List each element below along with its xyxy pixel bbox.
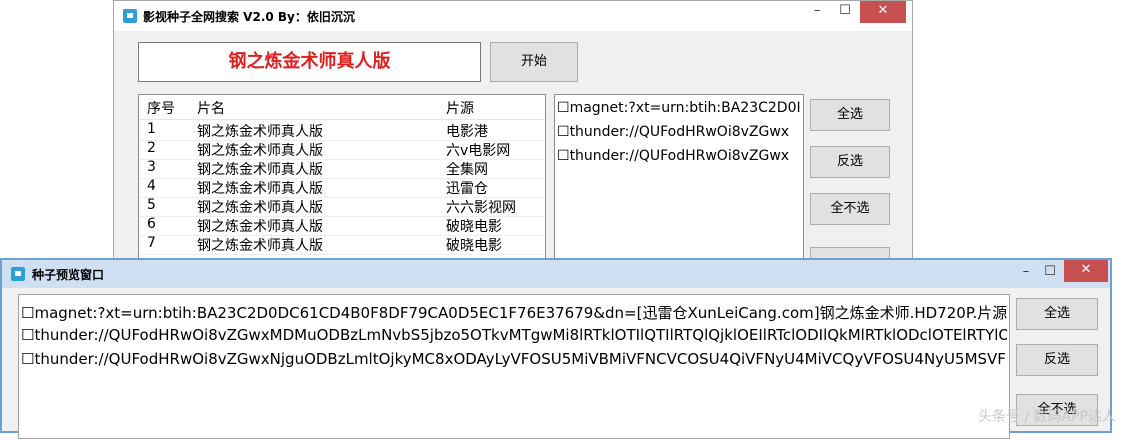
links-list[interactable]: ☐magnet:?xt=urn:btih:BA23C2D0I ☐thunder:…	[554, 94, 804, 264]
main-window: 影视种子全网搜索 V2.0 By：依旧沉沉 – ☐ ✕ 钢之炼金术师真人版 开始…	[113, 0, 913, 279]
preview-link-item[interactable]: ☐thunder://QUFodHRwOi8vZGwxNjguODBzLmltO…	[21, 350, 1007, 368]
search-input[interactable]: 钢之炼金术师真人版	[138, 42, 481, 82]
select-all-button[interactable]: 全选	[1016, 298, 1098, 330]
minimize-icon[interactable]: –	[1014, 262, 1038, 284]
row-index: 6	[147, 216, 156, 232]
checkbox-icon[interactable]: ☐	[21, 326, 34, 344]
table-row[interactable]: 7 钢之炼金术师真人版 破晓电影	[139, 235, 545, 255]
link-text: thunder://QUFodHRwOi8vZGwxMDMuODBzLmNvbS…	[34, 326, 1007, 344]
checkbox-icon[interactable]: ☐	[557, 148, 570, 164]
invert-selection-button[interactable]: 反选	[810, 146, 890, 178]
preview-window-title: 种子预览窗口	[32, 268, 105, 282]
app-icon	[123, 9, 137, 23]
table-row[interactable]: 6 钢之炼金术师真人版 破晓电影	[139, 216, 545, 236]
row-source: 全集网	[446, 162, 488, 178]
header-title[interactable]: 片名	[197, 98, 225, 118]
header-source[interactable]: 片源	[446, 98, 474, 118]
preview-window: 种子预览窗口 – ☐ ✕ ☐magnet:?xt=urn:btih:BA23C2…	[0, 258, 1112, 439]
watermark: 头条号 / 数码APP达人	[977, 409, 1116, 425]
row-title: 钢之炼金术师真人版	[197, 200, 323, 216]
link-text: magnet:?xt=urn:btih:BA23C2D0I	[569, 100, 801, 116]
maximize-icon[interactable]: ☐	[832, 1, 858, 23]
start-button[interactable]: 开始	[490, 42, 578, 82]
preview-titlebar: 种子预览窗口 – ☐ ✕	[2, 260, 1110, 288]
link-text: thunder://QUFodHRwOi8vZGwxNjguODBzLmltOj…	[34, 350, 1007, 368]
row-index: 7	[147, 235, 156, 251]
row-title: 钢之炼金术师真人版	[197, 124, 323, 140]
row-index: 5	[147, 197, 156, 213]
results-table[interactable]: 序号 片名 片源 1 钢之炼金术师真人版 电影港 2 钢之炼金术师真人版 六v电影网 3 钢之…	[138, 94, 546, 264]
row-title: 钢之炼金术师真人版	[197, 162, 323, 178]
row-index: 2	[147, 140, 156, 156]
invert-selection-button[interactable]: 反选	[1016, 344, 1098, 376]
row-title: 钢之炼金术师真人版	[197, 181, 323, 197]
preview-links-list[interactable]: ☐magnet:?xt=urn:btih:BA23C2D0DC61CD4B0F8…	[18, 294, 1010, 439]
preview-link-item[interactable]: ☐thunder://QUFodHRwOi8vZGwxMDMuODBzLmNvb…	[21, 326, 1007, 344]
checkbox-icon[interactable]: ☐	[21, 304, 34, 322]
maximize-icon[interactable]: ☐	[1038, 262, 1062, 284]
link-item[interactable]: ☐thunder://QUFodHRwOi8vZGwx	[557, 148, 802, 164]
row-index: 4	[147, 178, 156, 194]
row-source: 破晓电影	[446, 219, 502, 235]
table-row[interactable]: 2 钢之炼金术师真人版 六v电影网	[139, 140, 545, 160]
row-title: 钢之炼金术师真人版	[197, 238, 323, 254]
close-icon[interactable]: ✕	[860, 1, 906, 23]
main-titlebar: 影视种子全网搜索 V2.0 By：依旧沉沉 – ☐ ✕	[114, 1, 912, 31]
row-source: 六v电影网	[446, 143, 511, 159]
row-source: 迅雷仓	[446, 181, 488, 197]
row-source: 六六影视网	[446, 200, 516, 216]
app-icon	[11, 267, 25, 281]
link-text: thunder://QUFodHRwOi8vZGwx	[569, 124, 790, 140]
row-title: 钢之炼金术师真人版	[197, 143, 323, 159]
row-source: 破晓电影	[446, 238, 502, 254]
table-row[interactable]: 4 钢之炼金术师真人版 迅雷仓	[139, 178, 545, 198]
select-none-button[interactable]: 全不选	[810, 193, 890, 225]
select-all-button[interactable]: 全选	[810, 99, 890, 131]
checkbox-icon[interactable]: ☐	[21, 350, 34, 368]
minimize-icon[interactable]: –	[804, 1, 830, 23]
link-text: magnet:?xt=urn:btih:BA23C2D0DC61CD4B0F8D…	[34, 304, 1007, 322]
row-index: 1	[147, 121, 156, 137]
header-index[interactable]: 序号	[147, 98, 175, 118]
table-header: 序号 片名 片源	[139, 95, 545, 120]
close-icon[interactable]: ✕	[1064, 260, 1108, 282]
row-index: 3	[147, 159, 156, 175]
row-title: 钢之炼金术师真人版	[197, 219, 323, 235]
link-item[interactable]: ☐magnet:?xt=urn:btih:BA23C2D0I	[557, 100, 802, 116]
checkbox-icon[interactable]: ☐	[557, 124, 570, 140]
link-text: thunder://QUFodHRwOi8vZGwx	[569, 148, 790, 164]
checkbox-icon[interactable]: ☐	[557, 100, 570, 116]
table-row[interactable]: 3 钢之炼金术师真人版 全集网	[139, 159, 545, 179]
link-item[interactable]: ☐thunder://QUFodHRwOi8vZGwx	[557, 124, 802, 140]
table-row[interactable]: 5 钢之炼金术师真人版 六六影视网	[139, 197, 545, 217]
row-source: 电影港	[446, 124, 488, 140]
main-window-title: 影视种子全网搜索 V2.0 By：依旧沉沉	[143, 10, 355, 24]
table-row[interactable]: 1 钢之炼金术师真人版 电影港	[139, 121, 545, 141]
preview-link-item[interactable]: ☐magnet:?xt=urn:btih:BA23C2D0DC61CD4B0F8…	[21, 302, 1007, 323]
